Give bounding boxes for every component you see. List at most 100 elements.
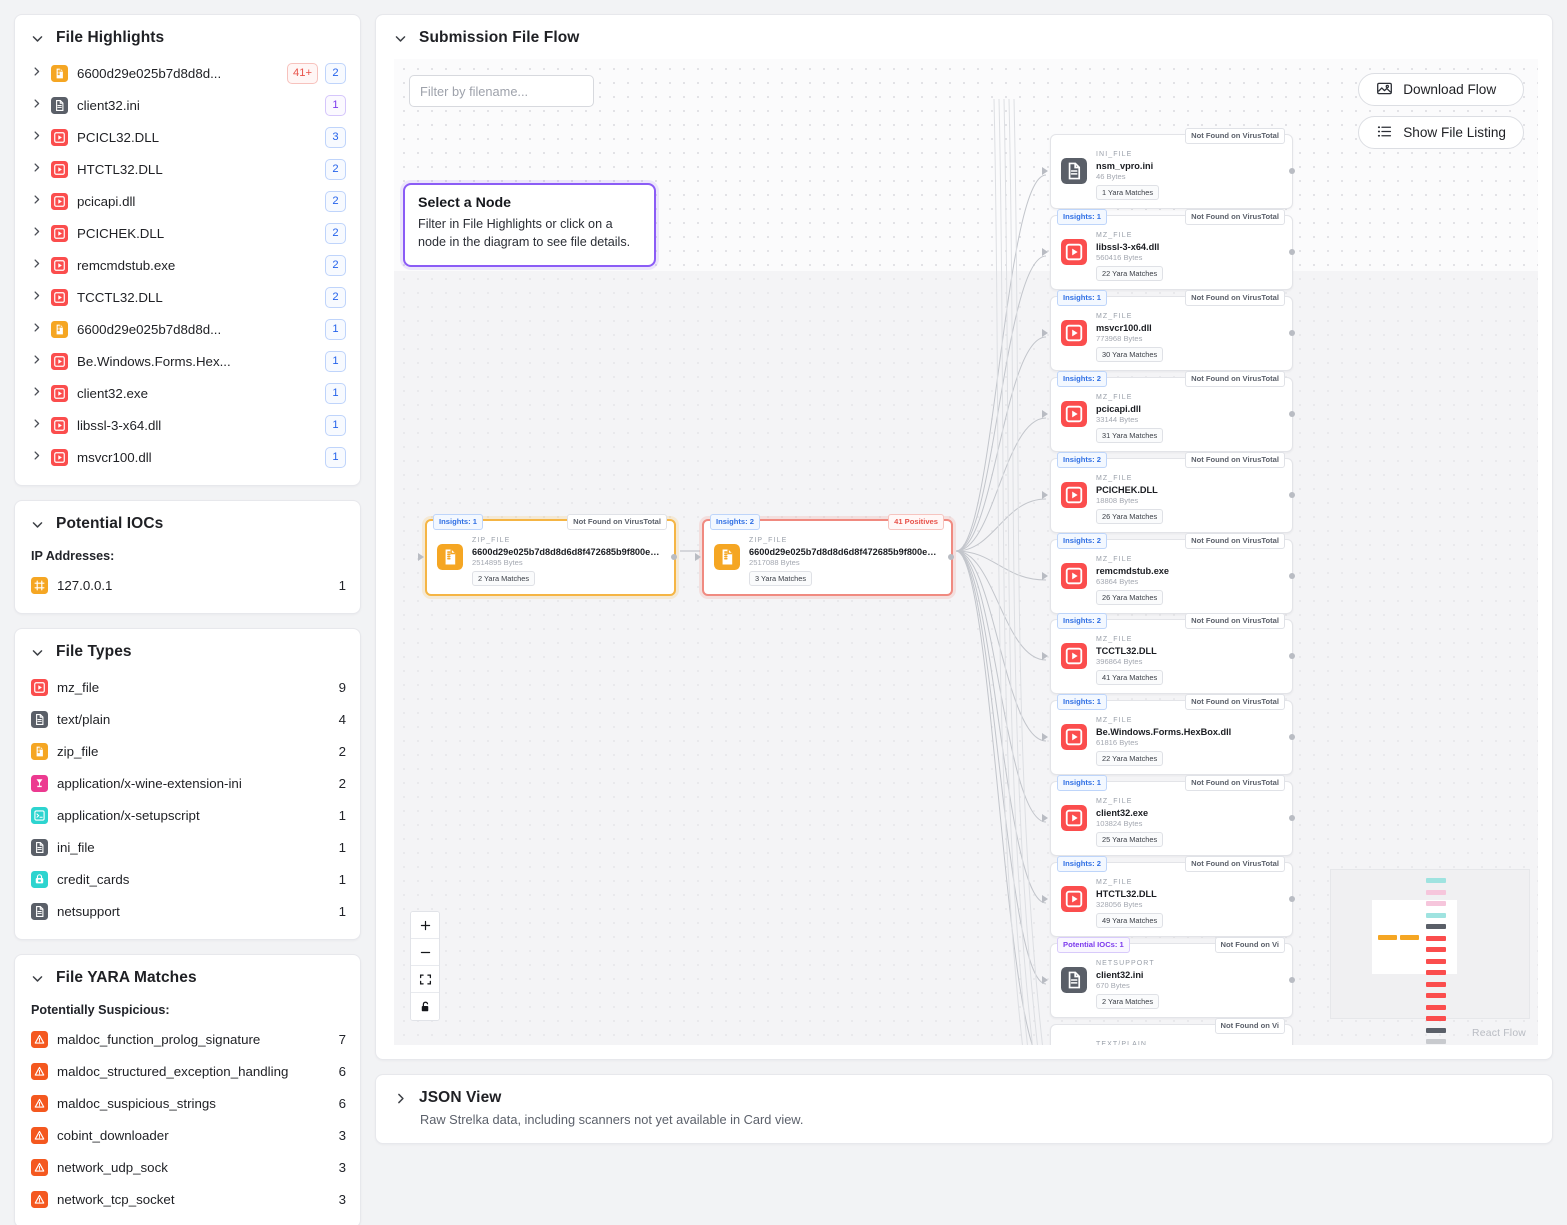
chevron-right-icon[interactable] (31, 160, 42, 178)
filter-by-filename[interactable] (409, 75, 594, 107)
flow-node[interactable]: Insights: 1 Not Found on VirusTotal MZ_F… (1050, 781, 1293, 856)
edge-handle[interactable] (948, 554, 954, 560)
yara-match-row[interactable]: maldoc_structured_exception_handling 6 (15, 1055, 360, 1087)
chevron-down-icon[interactable] (31, 518, 44, 531)
yara-match-row[interactable]: cobint_downloader 3 (15, 1119, 360, 1151)
yara-match-row[interactable]: network_tcp_socket 3 (15, 1183, 360, 1215)
highlight-badge[interactable]: 2 (325, 191, 346, 212)
highlight-badge[interactable]: 1 (325, 351, 346, 372)
yara-match-row[interactable]: maldoc_function_prolog_signature 7 (15, 1023, 360, 1055)
chevron-right-icon[interactable] (31, 448, 42, 466)
edge-handle[interactable] (1289, 330, 1295, 336)
edge-handle[interactable] (1289, 815, 1295, 821)
file-highlight-row[interactable]: TCCTL32.DLL 2 (15, 281, 360, 313)
flow-node[interactable]: Not Found on Vi TEXT/PLAIN HTML_Obj_list… (1050, 1024, 1293, 1045)
ioc-row[interactable]: 127.0.0.1 1 (15, 569, 360, 601)
chevron-right-icon[interactable] (31, 192, 42, 210)
flow-node[interactable]: Insights: 1 Not Found on VirusTotal MZ_F… (1050, 700, 1293, 775)
edge-handle[interactable] (1289, 977, 1295, 983)
edge-handle[interactable] (1289, 249, 1295, 255)
chevron-right-icon[interactable] (31, 352, 42, 370)
highlight-badge[interactable]: 1 (325, 319, 346, 340)
edge-handle[interactable] (1289, 896, 1295, 902)
flow-node[interactable]: Insights: 2 Not Found on VirusTotal MZ_F… (1050, 377, 1293, 452)
file-type-row[interactable]: zip_file 2 (15, 735, 360, 767)
chevron-right-icon[interactable] (31, 64, 42, 82)
edge-handle[interactable] (1289, 653, 1295, 659)
fit-view-button[interactable] (411, 966, 439, 993)
edge-handle[interactable] (1289, 492, 1295, 498)
highlight-badge[interactable]: 1 (325, 447, 346, 468)
file-highlight-row[interactable]: PCICL32.DLL 3 (15, 121, 360, 153)
edge-handle[interactable] (1289, 573, 1295, 579)
edge-handle[interactable] (671, 554, 677, 560)
zoom-out-button[interactable] (411, 939, 439, 966)
file-yara-matches-header[interactable]: File YARA Matches (15, 955, 360, 997)
file-highlight-row[interactable]: HTCTL32.DLL 2 (15, 153, 360, 185)
chevron-right-icon[interactable] (31, 320, 42, 338)
chevron-right-icon[interactable] (31, 128, 42, 146)
chevron-right-icon[interactable] (31, 96, 42, 114)
zoom-in-button[interactable] (411, 912, 439, 939)
file-highlight-row[interactable]: remcmdstub.exe 2 (15, 249, 360, 281)
file-highlight-row[interactable]: Be.Windows.Forms.Hex... 1 (15, 345, 360, 377)
highlight-badge[interactable]: 41+ (287, 63, 318, 84)
chevron-right-icon[interactable] (394, 1092, 407, 1105)
file-types-header[interactable]: File Types (15, 629, 360, 671)
file-highlight-row[interactable]: client32.exe 1 (15, 377, 360, 409)
file-highlight-row[interactable]: libssl-3-x64.dll 1 (15, 409, 360, 441)
file-type-row[interactable]: ini_file 1 (15, 831, 360, 863)
file-highlight-row[interactable]: client32.ini 1 (15, 89, 360, 121)
chevron-right-icon[interactable] (31, 256, 42, 274)
file-highlights-header[interactable]: File Highlights (15, 15, 360, 57)
flow-node[interactable]: Not Found on VirusTotal INI_FILE nsm_vpr… (1050, 134, 1293, 209)
file-type-row[interactable]: mz_file 9 (15, 671, 360, 703)
file-type-row[interactable]: application/x-wine-extension-ini 2 (15, 767, 360, 799)
file-highlight-row[interactable]: 6600d29e025b7d8d8d... 1 (15, 313, 360, 345)
edge-handle[interactable] (1289, 734, 1295, 740)
potential-iocs-header[interactable]: Potential IOCs (15, 501, 360, 543)
flow-node[interactable]: Insights: 2 Not Found on VirusTotal MZ_F… (1050, 862, 1293, 937)
chevron-down-icon[interactable] (31, 32, 44, 45)
chevron-down-icon[interactable] (394, 32, 407, 45)
show-file-listing-button[interactable]: Show File Listing (1358, 116, 1524, 149)
flow-canvas[interactable]: Select a Node Filter in File Highlights … (394, 59, 1538, 1045)
flow-minimap[interactable] (1330, 869, 1530, 1019)
edge-handle[interactable] (1289, 168, 1295, 174)
edge-handle[interactable] (1289, 411, 1295, 417)
flow-node[interactable]: Insights: 1 Not Found on VirusTotal MZ_F… (1050, 215, 1293, 290)
search-input[interactable] (410, 76, 594, 106)
highlight-badge[interactable]: 2 (325, 255, 346, 276)
file-type-row[interactable]: credit_cards 1 (15, 863, 360, 895)
highlight-badge[interactable]: 2 (325, 223, 346, 244)
chevron-right-icon[interactable] (31, 288, 42, 306)
chevron-down-icon[interactable] (31, 646, 44, 659)
file-type-row[interactable]: text/plain 4 (15, 703, 360, 735)
highlight-badge[interactable]: 1 (325, 95, 346, 116)
flow-node[interactable]: Insights: 1 Not Found on VirusTotal MZ_F… (1050, 296, 1293, 371)
highlight-badge[interactable]: 1 (325, 415, 346, 436)
chevron-right-icon[interactable] (31, 384, 42, 402)
highlight-badge[interactable]: 2 (325, 63, 346, 84)
chevron-down-icon[interactable] (31, 972, 44, 985)
file-type-row[interactable]: netsupport 1 (15, 895, 360, 927)
file-highlight-row[interactable]: PCICHEK.DLL 2 (15, 217, 360, 249)
flow-node[interactable]: Insights: 2 Not Found on VirusTotal MZ_F… (1050, 539, 1293, 614)
flow-node[interactable]: Insights: 2 Not Found on VirusTotal MZ_F… (1050, 458, 1293, 533)
chevron-right-icon[interactable] (31, 416, 42, 434)
flow-node[interactable]: Potential IOCs: 1 Not Found on Vi NETSUP… (1050, 943, 1293, 1018)
download-flow-button[interactable]: Download Flow (1358, 73, 1524, 106)
file-type-row[interactable]: application/x-setupscript 1 (15, 799, 360, 831)
json-view-header[interactable]: JSON View (394, 1089, 1536, 1107)
chevron-right-icon[interactable] (31, 224, 42, 242)
highlight-badge[interactable]: 2 (325, 287, 346, 308)
highlight-badge[interactable]: 3 (325, 127, 346, 148)
toggle-interactivity-button[interactable] (411, 993, 439, 1020)
highlight-badge[interactable]: 2 (325, 159, 346, 180)
flow-node[interactable]: Insights: 2 Not Found on VirusTotal MZ_F… (1050, 619, 1293, 694)
file-highlight-row[interactable]: 6600d29e025b7d8d8d... 41+2 (15, 57, 360, 89)
yara-match-row[interactable]: maldoc_suspicious_strings 6 (15, 1087, 360, 1119)
flow-node[interactable]: Insights: 1 Not Found on VirusTotal ZIP_… (425, 519, 676, 596)
yara-match-row[interactable]: network_udp_sock 3 (15, 1151, 360, 1183)
file-highlight-row[interactable]: pcicapi.dll 2 (15, 185, 360, 217)
